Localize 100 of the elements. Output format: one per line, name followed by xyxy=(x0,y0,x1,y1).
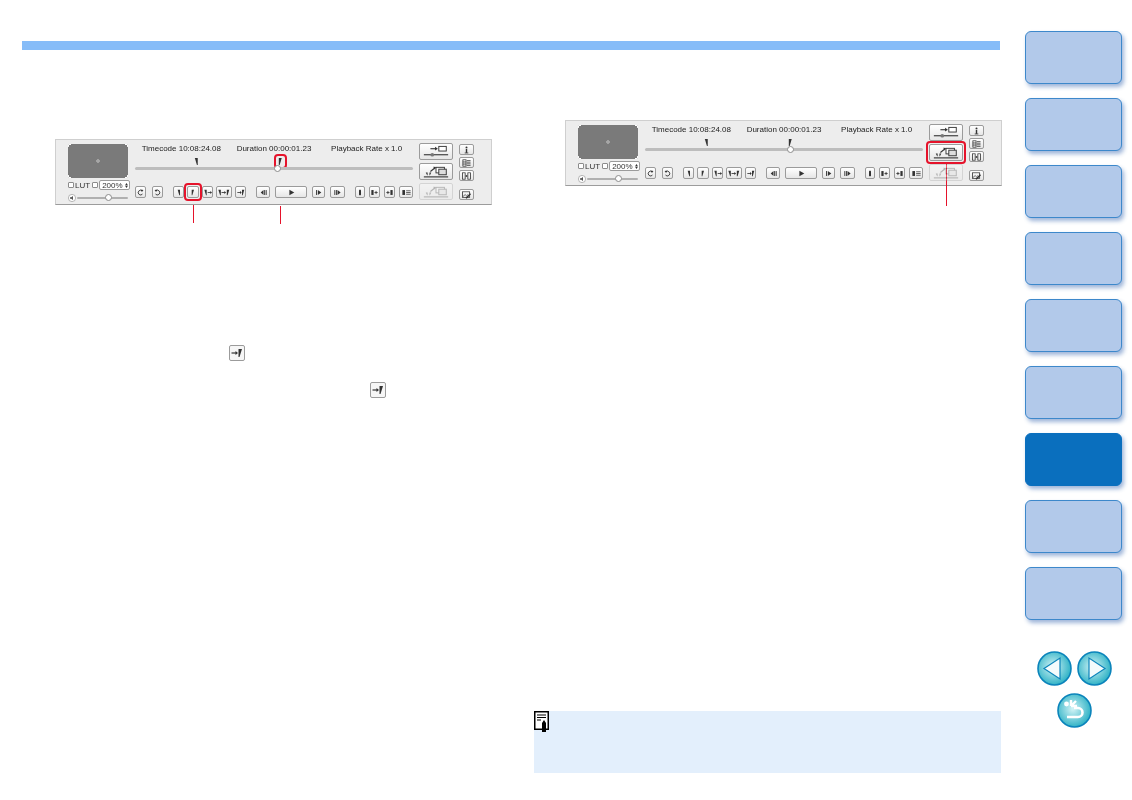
split-frames-icon xyxy=(972,152,981,161)
arrow-out-marker-icon xyxy=(236,188,245,196)
plus-clip-button[interactable] xyxy=(894,167,905,179)
clip-list-button[interactable] xyxy=(399,186,413,198)
split-frames-icon xyxy=(462,171,471,180)
clip-button[interactable] xyxy=(355,186,365,198)
status-text: Duration 00:00:01.23 xyxy=(745,125,823,135)
play-button[interactable] xyxy=(785,167,817,179)
zoom-checkbox[interactable] xyxy=(92,182,99,188)
rotate-left-icon xyxy=(137,188,144,196)
list-button[interactable] xyxy=(459,157,474,168)
status-text: Timecode 10:08:24.08 xyxy=(650,125,732,135)
note-icon xyxy=(534,711,549,732)
play-icon xyxy=(287,188,295,196)
in-marker-button[interactable] xyxy=(173,186,184,198)
frames-arrow-icon xyxy=(422,185,450,198)
lut-checkbox[interactable] xyxy=(68,182,74,188)
clip-icon xyxy=(868,169,872,177)
markers-arrow-button[interactable] xyxy=(726,167,742,179)
step-back-icon xyxy=(769,169,777,177)
frames-arrow-button[interactable] xyxy=(419,163,453,180)
image-edit-button[interactable] xyxy=(969,170,984,181)
slider-arrow-button[interactable] xyxy=(929,124,963,141)
volume-thumb[interactable] xyxy=(614,175,622,182)
arrow-marker-icon xyxy=(229,345,245,361)
status-text: Playback Rate x 1.0 xyxy=(330,144,404,154)
frames-arrow-icon xyxy=(932,146,960,159)
image-edit-button[interactable] xyxy=(459,189,474,200)
previous-page-button[interactable] xyxy=(1037,651,1072,686)
clip-plus-button[interactable] xyxy=(879,167,890,179)
step-forward-button[interactable] xyxy=(312,186,325,198)
in-out-markers-icon xyxy=(218,188,230,196)
step-forward-button[interactable] xyxy=(822,167,835,179)
info-button[interactable] xyxy=(459,144,474,155)
slider-arrow-icon xyxy=(932,126,960,139)
plus-clip-icon xyxy=(896,169,903,177)
step-back-icon xyxy=(259,188,267,196)
zoom-select[interactable]: 200% xyxy=(99,180,131,190)
zoom-select[interactable]: 200% xyxy=(609,161,641,171)
step-back-button[interactable] xyxy=(766,167,780,179)
arrow-marker-button[interactable] xyxy=(235,186,246,198)
rotate-right-icon xyxy=(664,169,671,177)
info-button[interactable] xyxy=(969,125,984,136)
plus-clip-button[interactable] xyxy=(384,186,395,198)
rotate-left-button[interactable] xyxy=(135,186,146,198)
timeline-slider[interactable] xyxy=(645,148,923,151)
clip-list-icon xyxy=(401,188,411,196)
rotate-right-icon xyxy=(154,188,161,196)
volume-thumb[interactable] xyxy=(104,194,112,201)
clip-plus-button[interactable] xyxy=(369,186,380,198)
marker-arrow-button[interactable] xyxy=(712,167,723,179)
timeline-slider[interactable] xyxy=(135,167,413,170)
zoom-checkbox[interactable] xyxy=(602,163,609,169)
rotate-right-button[interactable] xyxy=(152,186,163,198)
rotate-left-button[interactable] xyxy=(645,167,656,179)
skip-forward-icon xyxy=(844,169,851,177)
speaker-icon xyxy=(68,194,76,202)
lut-checkbox[interactable] xyxy=(578,163,584,169)
up-down-icon xyxy=(635,163,639,169)
clip-button[interactable] xyxy=(865,167,875,179)
skip-forward-button[interactable] xyxy=(330,186,345,198)
list-button[interactable] xyxy=(969,138,984,149)
clip-icon xyxy=(358,188,362,196)
arrow-out-marker-icon xyxy=(746,169,755,177)
return-button[interactable] xyxy=(1057,693,1092,728)
step-forward-icon xyxy=(315,188,322,196)
step-back-button[interactable] xyxy=(256,186,270,198)
rotate-right-button[interactable] xyxy=(662,167,673,179)
next-page-button[interactable] xyxy=(1077,651,1112,686)
callout-line xyxy=(279,206,281,224)
in-out-markers-icon xyxy=(728,169,740,177)
status-text: Timecode 10:08:24.08 xyxy=(140,144,222,154)
up-down-icon xyxy=(125,182,129,188)
split-frames-button[interactable] xyxy=(459,170,474,181)
out-marker-button[interactable] xyxy=(697,167,709,179)
image-pencil-icon xyxy=(972,171,981,180)
in-marker-arrow-icon xyxy=(203,188,212,196)
rotate-left-icon xyxy=(647,169,654,177)
skip-forward-button[interactable] xyxy=(840,167,855,179)
split-frames-button[interactable] xyxy=(969,151,984,162)
playhead-thumb[interactable] xyxy=(273,165,281,172)
arrow-marker-button[interactable] xyxy=(745,167,756,179)
list-icon xyxy=(972,139,981,148)
marker-arrow-button[interactable] xyxy=(202,186,213,198)
callout-line xyxy=(193,205,194,223)
in-marker-button[interactable] xyxy=(683,167,694,179)
clip-list-button[interactable] xyxy=(909,167,923,179)
in-marker-arrow-icon xyxy=(713,169,722,177)
in-marker-icon xyxy=(176,188,181,196)
playhead-thumb[interactable] xyxy=(786,146,794,153)
out-marker-icon xyxy=(701,169,705,177)
out-marker-icon xyxy=(191,188,195,196)
play-icon xyxy=(797,169,805,177)
lut-label: LUT xyxy=(585,161,601,171)
clip-plus-icon xyxy=(881,169,888,177)
slider-arrow-button[interactable] xyxy=(419,143,453,160)
frames-arrow-icon xyxy=(932,166,960,179)
play-button[interactable] xyxy=(275,186,307,198)
markers-arrow-button[interactable] xyxy=(216,186,232,198)
arrow-marker-icon xyxy=(370,382,386,398)
